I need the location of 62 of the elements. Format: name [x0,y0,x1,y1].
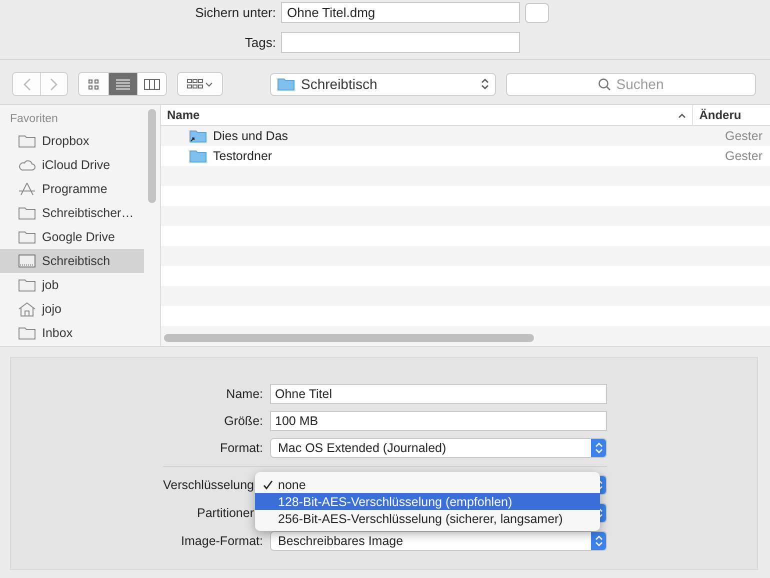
chevron-left-icon [22,78,30,90]
cloud-icon [18,158,36,172]
sidebar-item[interactable]: jojo [0,297,144,321]
desktop-icon [18,254,36,268]
folder-icon [18,326,36,340]
folder-icon [18,134,36,148]
location-popup[interactable]: Schreibtisch [270,72,496,96]
stepper-icon [594,442,602,454]
sidebar-item[interactable]: Dropbox [0,129,144,153]
sidebar-item[interactable]: Inbox [0,321,144,345]
menu-item[interactable]: 256-Bit-AES-Verschlüsselung (sicherer, langsamer) [255,510,600,527]
scrollbar-thumb[interactable] [148,109,156,203]
columns-icon [144,78,160,90]
sidebar-item[interactable]: iCloud Drive [0,153,144,177]
menu-item[interactable]: none [255,476,600,493]
field-label: Format: [220,441,263,455]
list-icon [116,78,130,90]
field-label: Partitioner [197,506,255,520]
search-icon [598,78,612,90]
field-label: Sichern unter: [194,5,276,20]
expand-button[interactable] [525,2,549,22]
forward-button[interactable] [40,73,67,95]
view-mode-button[interactable] [137,73,166,95]
save-as-field[interactable]: Ohne Titel.dmg [281,2,520,23]
input-field[interactable]: 100 MB [270,411,607,431]
column-header[interactable]: Änderu [693,105,770,125]
sort-caret-icon [678,112,686,118]
sidebar-item[interactable]: job [0,273,144,297]
field-label: Name: [226,387,263,401]
column-header[interactable]: Name [161,105,694,125]
arrange-icon [187,78,213,90]
sidebar-item[interactable]: Schreibtischer… [0,201,144,225]
sidebar-item[interactable]: Programme [0,177,144,201]
field-label: Image-Format: [181,534,263,548]
format-popup[interactable]: Mac OS Extended (Journaled) [270,438,607,458]
input-field[interactable]: Ohne Titel [270,384,607,404]
sidebar-heading: Favoriten [9,113,59,127]
sidebar-item[interactable]: Google Drive [0,225,144,249]
folder-icon [277,77,295,91]
scrollbar-thumb[interactable] [164,334,534,342]
field-label: Verschlüsselung [162,478,255,492]
file-name[interactable]: Dies und Das [161,129,719,143]
folder-icon [18,278,36,292]
folder-icon [18,206,36,220]
folder-icon [18,230,36,244]
stepper-icon [481,78,489,90]
app-store-icon [18,182,36,196]
popup-button[interactable]: Beschreibbares Image [270,531,607,551]
file-name[interactable]: Testordner [161,149,719,163]
sidebar-item[interactable]: Schreibtisch [0,249,144,273]
grid-icon [88,78,99,90]
stepper-icon [594,535,602,547]
home-icon [18,302,36,316]
list-row[interactable]: Dies und Das Gester [161,126,770,146]
view-mode-button[interactable] [108,73,137,95]
field-label: Tags: [244,35,276,50]
date-cell-text: Gester [724,129,763,143]
menu-item[interactable]: 128-Bit-AES-Verschlüsselung (empfohlen) [255,493,600,510]
field-label: Größe: [224,414,263,428]
date-cell-text: Gester [724,149,763,163]
tags-field[interactable] [281,32,520,53]
chevron-right-icon [50,78,58,90]
